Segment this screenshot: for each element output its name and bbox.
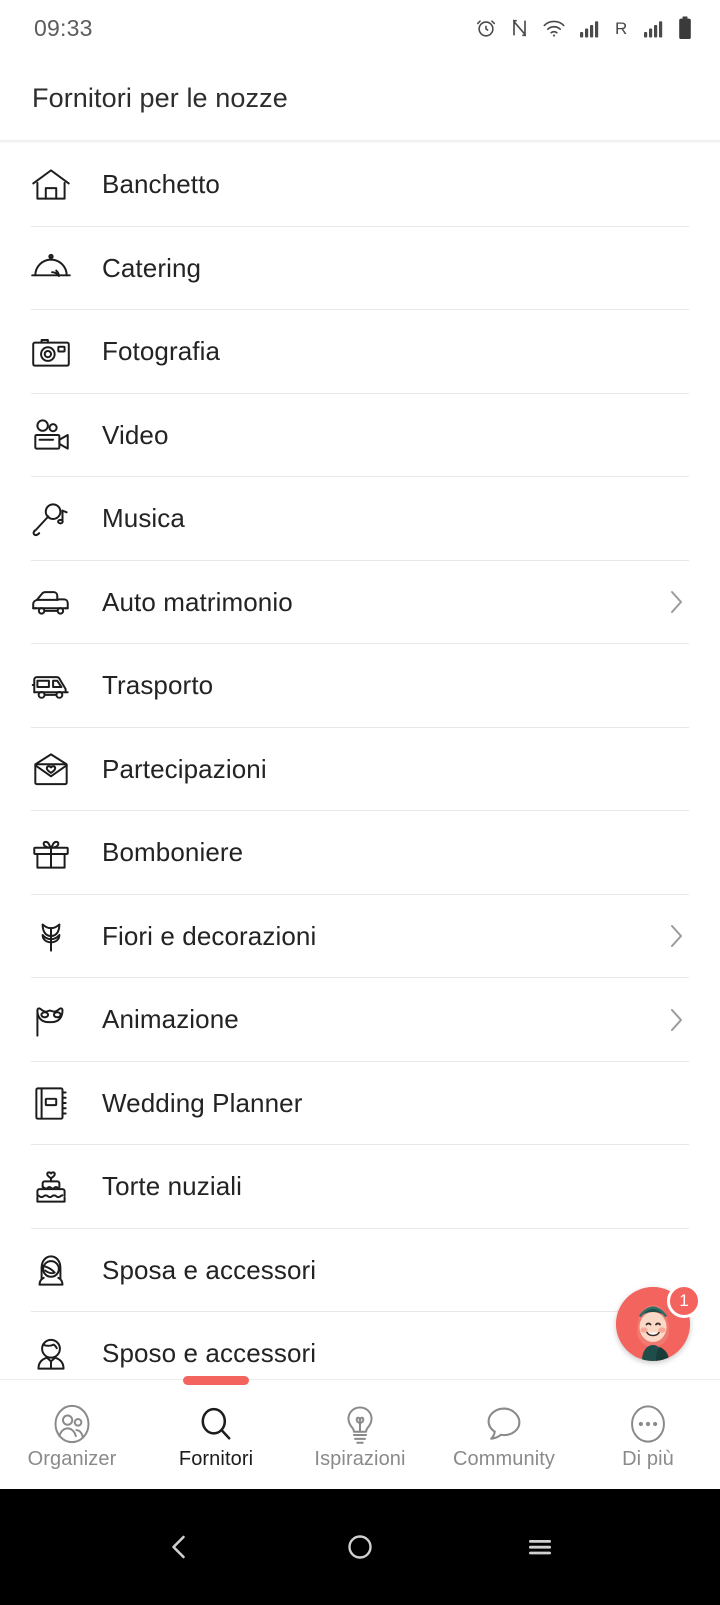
status-bar: 09:33 R (0, 0, 720, 56)
bus-icon (28, 663, 90, 709)
alarm-icon (475, 17, 497, 39)
list-item[interactable]: Musica (0, 477, 720, 561)
bottom-navigation: Organizer Fornitori Ispirazioni Communit… (0, 1376, 720, 1490)
list-item-label: Video (102, 419, 169, 450)
active-tab-indicator (183, 1376, 249, 1385)
list-item[interactable]: Video (0, 394, 720, 478)
list-item[interactable]: Fiori e decorazioni (0, 895, 720, 979)
list-item-label: Trasporto (102, 670, 214, 701)
list-item-label: Animazione (102, 1004, 239, 1035)
list-item-label: Musica (102, 503, 185, 534)
wifi-icon (542, 17, 566, 39)
list-item-label: Fiori e decorazioni (102, 920, 317, 951)
list-item-label: Partecipazioni (102, 753, 267, 784)
notification-badge: 1 (667, 1284, 701, 1318)
list-item-label: Auto matrimonio (102, 586, 293, 617)
list-item-label: Bomboniere (102, 837, 244, 868)
camera-icon (28, 329, 90, 375)
videocamera-icon (28, 412, 90, 458)
list-item-label: Wedding Planner (102, 1087, 303, 1118)
list-item[interactable]: Sposa e accessori (0, 1229, 720, 1313)
nav-item-label: Ispirazioni (314, 1448, 406, 1470)
page-title: Fornitori per le nozze (32, 82, 288, 113)
nav-item-ispirazioni[interactable]: Ispirazioni (288, 1380, 432, 1490)
list-item-label: Sposa e accessori (102, 1254, 317, 1285)
list-item[interactable]: Animazione (0, 978, 720, 1062)
back-icon[interactable] (165, 1532, 195, 1562)
phone-screen: 09:33 R Fornitori per le nozze Banchetto… (0, 0, 720, 1605)
signal-icon (579, 17, 601, 39)
nav-item-fornitori[interactable]: Fornitori (144, 1376, 288, 1490)
groom-icon (28, 1331, 90, 1377)
home-icon[interactable] (345, 1532, 375, 1562)
list-item[interactable]: Fotografia (0, 310, 720, 394)
list-item[interactable]: Torte nuziali (0, 1145, 720, 1229)
gift-icon (28, 830, 90, 876)
vendor-category-list: Banchetto Catering Fotografia Video Musi… (0, 143, 720, 1396)
nav-item-label: Fornitori (178, 1448, 254, 1470)
status-bar-icons: R (475, 16, 692, 40)
battery-icon (678, 16, 692, 40)
tulip-icon (28, 913, 90, 959)
chat-assistant-button[interactable]: 1 (616, 1284, 701, 1369)
nav-item-organizer[interactable]: Organizer (0, 1380, 144, 1490)
page-header: Fornitori per le nozze (0, 56, 720, 140)
envelope-icon (28, 746, 90, 792)
list-item[interactable]: Bomboniere (0, 811, 720, 895)
search-icon (194, 1402, 238, 1446)
car-icon (28, 579, 90, 625)
mask-icon (28, 997, 90, 1043)
nav-item-label: Di più (622, 1448, 674, 1470)
list-item[interactable]: Trasporto (0, 644, 720, 728)
people-circle-icon (50, 1402, 94, 1446)
list-item-label: Fotografia (102, 336, 221, 367)
svg-text:R: R (615, 19, 627, 38)
notebook-icon (28, 1080, 90, 1126)
nav-item-community[interactable]: Community (432, 1380, 576, 1490)
bride-icon (28, 1247, 90, 1293)
list-item[interactable]: Auto matrimonio (0, 561, 720, 645)
chevron-right-icon[interactable] (662, 921, 692, 951)
nav-item-label: Organizer (27, 1448, 117, 1470)
chevron-right-icon[interactable] (662, 1005, 692, 1035)
list-item[interactable]: Banchetto (0, 143, 720, 227)
signal-2-icon (643, 17, 665, 39)
roaming-icon: R (614, 17, 630, 39)
cake-icon (28, 1164, 90, 1210)
house-icon (28, 162, 90, 208)
list-item[interactable]: Partecipazioni (0, 728, 720, 812)
speech-bubble-icon (482, 1402, 526, 1446)
chevron-right-icon[interactable] (662, 587, 692, 617)
cloche-icon (28, 245, 90, 291)
android-system-bar (0, 1489, 720, 1605)
list-item-label: Torte nuziali (102, 1171, 243, 1202)
status-bar-time: 09:33 (34, 14, 93, 41)
list-item-label: Sposo e accessori (102, 1338, 317, 1369)
list-item[interactable]: Catering (0, 227, 720, 311)
list-item-label: Catering (102, 252, 202, 283)
list-item[interactable]: Wedding Planner (0, 1062, 720, 1146)
list-item-label: Banchetto (102, 169, 220, 200)
recents-icon[interactable] (525, 1532, 555, 1562)
lightbulb-icon (338, 1402, 382, 1446)
nfc-icon (510, 17, 529, 39)
nav-item-label: Community (452, 1448, 556, 1470)
microphone-icon (28, 496, 90, 542)
more-dots-icon (626, 1402, 670, 1446)
nav-item-di-più[interactable]: Di più (576, 1380, 720, 1490)
